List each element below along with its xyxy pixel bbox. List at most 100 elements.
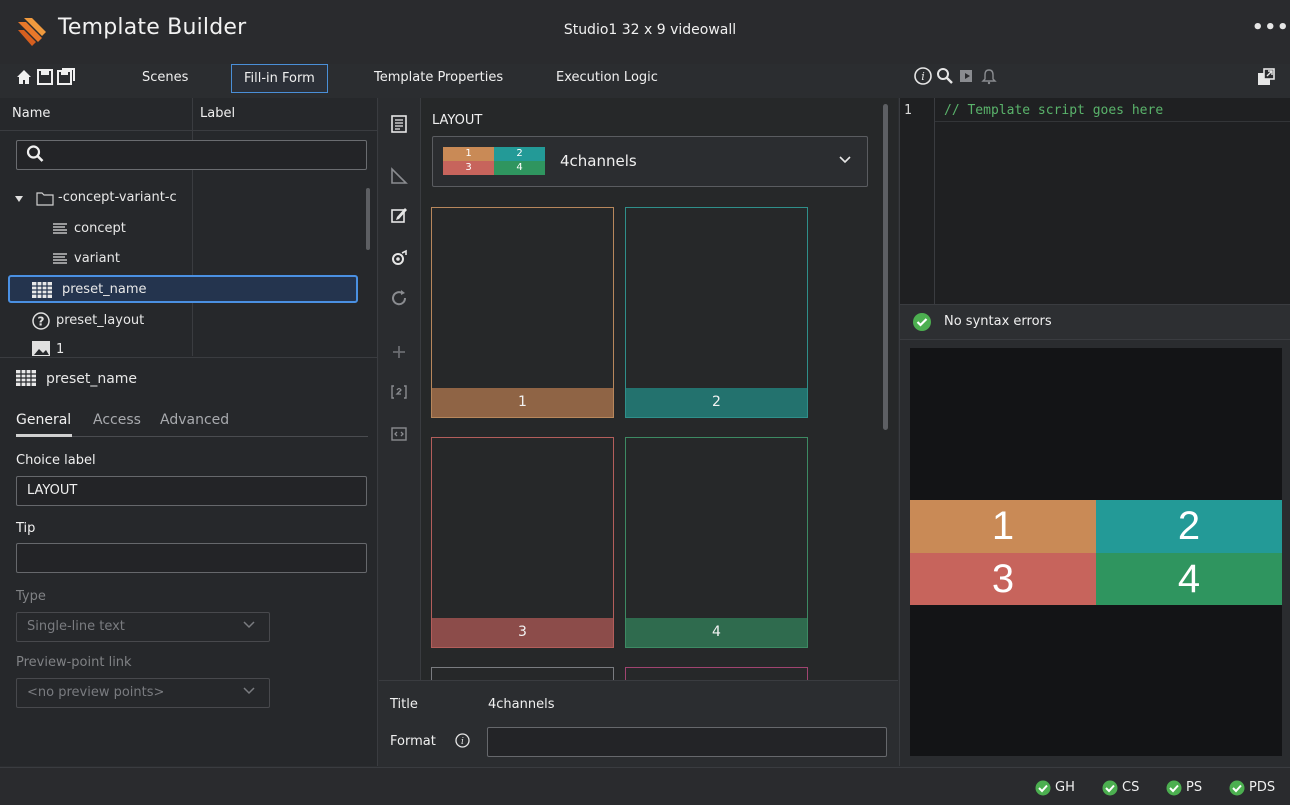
script-code[interactable]: // Template script goes here bbox=[944, 103, 1163, 118]
tree-item-preset-layout[interactable]: ? preset_layout bbox=[8, 307, 358, 335]
ruler-triangle-icon[interactable] bbox=[389, 166, 409, 186]
status-bar bbox=[0, 767, 1290, 805]
save-icon[interactable] bbox=[35, 66, 55, 88]
layout-tile-1[interactable]: 1 bbox=[431, 207, 614, 418]
thumb-cell-1: 1 bbox=[443, 147, 494, 161]
chevron-down-icon bbox=[243, 687, 255, 695]
refresh-icon[interactable] bbox=[389, 288, 409, 308]
tree-item-label: preset_layout bbox=[56, 313, 145, 328]
tree-item-folder[interactable]: -concept-variant-c bbox=[8, 184, 358, 212]
tree-item-label: -concept-variant-c bbox=[58, 190, 177, 205]
check-circle-icon bbox=[1035, 780, 1051, 796]
form-document-icon[interactable] bbox=[389, 114, 409, 134]
preview-cell-3: 3 bbox=[910, 553, 1096, 605]
column-name-header[interactable]: Name bbox=[12, 106, 50, 121]
form-scrollbar[interactable] bbox=[883, 104, 888, 430]
search-icon bbox=[26, 145, 44, 162]
divider bbox=[379, 680, 898, 681]
svg-text:i: i bbox=[921, 70, 925, 83]
code-box-icon[interactable] bbox=[389, 424, 409, 444]
info-icon[interactable]: i bbox=[455, 733, 470, 748]
title-value: 4channels bbox=[488, 697, 555, 712]
format-input[interactable] bbox=[487, 727, 887, 757]
layout-thumbnail: 1 2 3 4 bbox=[443, 147, 545, 175]
preview-link-value: <no preview points> bbox=[27, 685, 165, 700]
tab-advanced[interactable]: Advanced bbox=[160, 412, 229, 428]
tab-template-properties[interactable]: Template Properties bbox=[362, 64, 515, 93]
info-icon[interactable]: i bbox=[914, 67, 932, 85]
tree-item-concept[interactable]: concept bbox=[8, 215, 358, 243]
tile-label: 2 bbox=[626, 388, 807, 417]
choice-label-field[interactable]: LAYOUT bbox=[16, 476, 367, 506]
check-circle-icon bbox=[1102, 780, 1118, 796]
title-label: Title bbox=[390, 697, 418, 712]
status-label: PS bbox=[1186, 780, 1203, 795]
syntax-status-text: No syntax errors bbox=[944, 314, 1052, 329]
tip-label: Tip bbox=[16, 521, 36, 536]
link-rotate-icon[interactable] bbox=[389, 248, 409, 268]
script-editor[interactable] bbox=[900, 98, 1290, 304]
layout-tile-partial[interactable] bbox=[625, 667, 808, 681]
videowall-preview: 1 2 3 4 bbox=[910, 348, 1282, 756]
check-circle-icon bbox=[1229, 780, 1245, 796]
tree-item-label: variant bbox=[74, 251, 120, 266]
tab-general[interactable]: General bbox=[16, 412, 71, 428]
tree-item-label: 1 bbox=[56, 342, 65, 356]
tree-item-label: concept bbox=[74, 221, 126, 236]
thumb-cell-4: 4 bbox=[494, 161, 545, 175]
save-as-icon[interactable] bbox=[56, 66, 76, 88]
search-icon[interactable] bbox=[936, 67, 954, 85]
tab-active-indicator bbox=[16, 434, 72, 437]
tab-fill-in-form[interactable]: Fill-in Form bbox=[231, 64, 328, 93]
tab-access[interactable]: Access bbox=[93, 412, 141, 428]
tree-scrollbar[interactable] bbox=[366, 188, 370, 250]
expand-triangle-icon[interactable] bbox=[14, 195, 24, 203]
preview-cell-4: 4 bbox=[1096, 553, 1282, 605]
more-options-button[interactable]: ••• bbox=[1252, 17, 1290, 38]
popout-icon[interactable] bbox=[1256, 67, 1276, 87]
selected-field-name: preset_name bbox=[46, 371, 138, 387]
bell-icon[interactable] bbox=[980, 67, 998, 85]
layout-tile-partial[interactable] bbox=[431, 667, 614, 681]
tree-item-variant[interactable]: variant bbox=[8, 245, 358, 273]
choice-label-label: Choice label bbox=[16, 453, 96, 468]
tip-field[interactable] bbox=[16, 543, 367, 573]
tree-item-label: preset_name bbox=[62, 282, 147, 297]
folder-icon bbox=[36, 192, 54, 206]
choice-label-value: LAYOUT bbox=[27, 483, 78, 498]
add-icon[interactable] bbox=[389, 342, 409, 362]
tree-item-image[interactable]: 1 bbox=[8, 338, 358, 356]
preview-cell-2: 2 bbox=[1096, 500, 1282, 553]
format-label: Format bbox=[390, 734, 436, 749]
editor-gutter bbox=[934, 98, 935, 304]
layout-selected-value: 4channels bbox=[560, 152, 637, 170]
question-icon: ? bbox=[32, 312, 50, 330]
status-label: GH bbox=[1055, 780, 1075, 795]
divider bbox=[0, 357, 378, 358]
layout-tile-3[interactable]: 3 bbox=[431, 437, 614, 648]
tree-column-header bbox=[0, 98, 378, 131]
chevron-down-icon bbox=[243, 621, 255, 629]
layout-tile-4[interactable]: 4 bbox=[625, 437, 808, 648]
type-label: Type bbox=[16, 589, 46, 604]
image-icon bbox=[32, 341, 50, 356]
check-circle-icon bbox=[1166, 780, 1182, 796]
grid-icon bbox=[16, 370, 36, 386]
grid-icon bbox=[32, 282, 52, 298]
tab-scenes[interactable]: Scenes bbox=[130, 64, 200, 93]
check-circle-icon bbox=[913, 313, 931, 331]
status-label: PDS bbox=[1249, 780, 1276, 795]
tree-item-preset-name[interactable]: preset_name bbox=[8, 275, 358, 303]
edit-icon[interactable] bbox=[389, 205, 409, 225]
tile-label: 3 bbox=[432, 618, 613, 647]
preview-cell-1: 1 bbox=[910, 500, 1096, 553]
home-icon[interactable] bbox=[14, 66, 34, 88]
tree-search-input[interactable] bbox=[16, 140, 367, 170]
column-label-header[interactable]: Label bbox=[200, 106, 235, 121]
tile-label: 4 bbox=[626, 618, 807, 647]
layout-tile-2[interactable]: 2 bbox=[625, 207, 808, 418]
bracket-value-icon[interactable] bbox=[389, 382, 409, 402]
run-script-icon[interactable] bbox=[958, 67, 976, 85]
line-number: 1 bbox=[904, 103, 912, 118]
tab-execution-logic[interactable]: Execution Logic bbox=[544, 64, 670, 93]
